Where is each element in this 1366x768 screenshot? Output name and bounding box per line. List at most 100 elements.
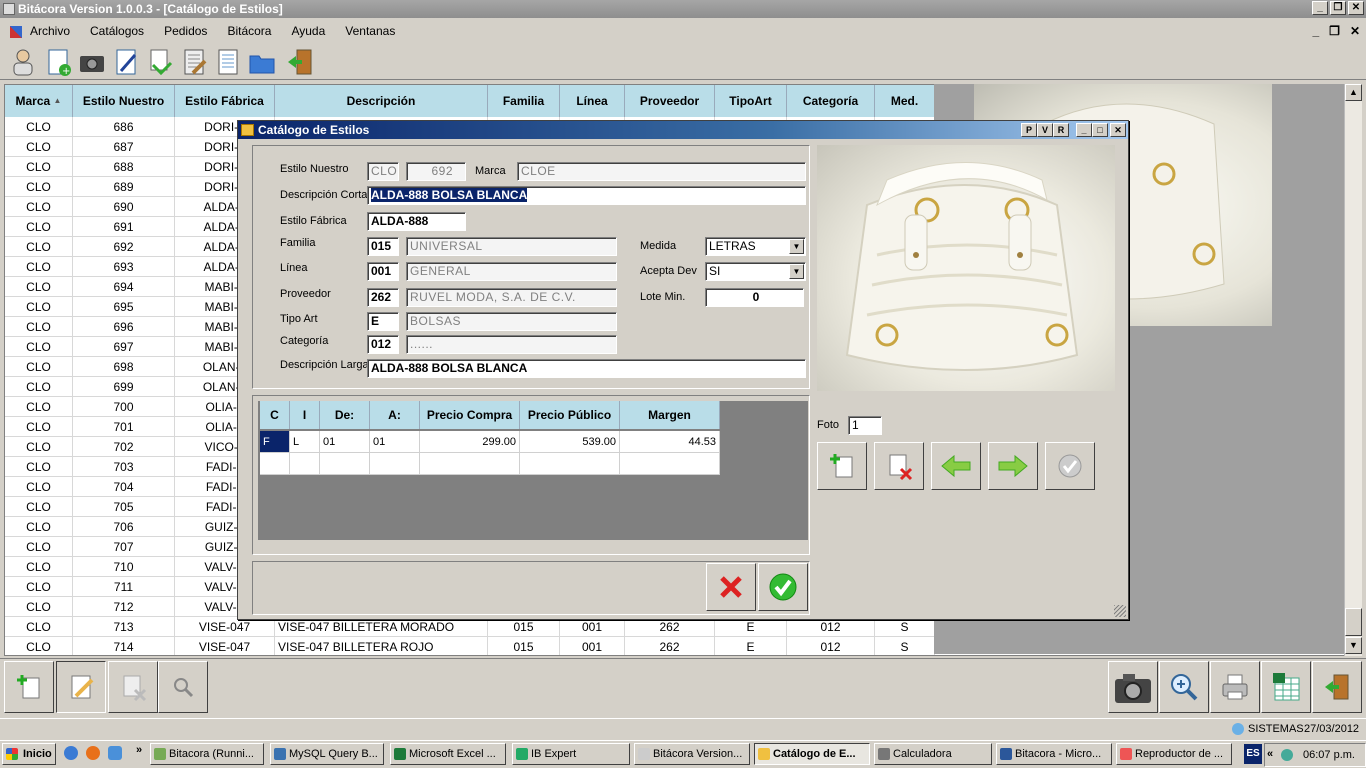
add-photo-button[interactable] [817,442,867,490]
price-new-cell[interactable] [520,453,620,475]
table-cell[interactable]: 702 [73,437,175,457]
price-cell-compra[interactable]: 299.00 [420,431,520,453]
prices-grid[interactable]: C I De: A: Precio Compra Precio Público … [258,401,808,540]
menu-catalogos[interactable]: Catálogos [90,24,144,38]
table-cell[interactable]: 012 [787,617,875,637]
menu-archivo[interactable]: Archivo [30,24,70,38]
firefox-icon[interactable] [86,746,100,760]
tipo-name-field[interactable]: BOLSAS [406,312,617,331]
mdi-close-button[interactable]: ✕ [1350,24,1360,38]
price-cell-i[interactable]: L [290,431,320,453]
price-new-cell[interactable] [620,453,720,475]
table-cell[interactable]: 691 [73,217,175,237]
dialog-minimize-button[interactable]: _ [1076,123,1092,137]
table-cell[interactable]: VISE-047 [175,617,275,637]
table-cell[interactable]: 695 [73,297,175,317]
table-cell[interactable]: 706 [73,517,175,537]
grid-header-estilo-fabrica[interactable]: Estilo Fábrica [175,85,275,117]
table-cell[interactable]: 686 [73,117,175,137]
table-cell[interactable]: 692 [73,237,175,257]
restore-button[interactable]: ❐ [1330,1,1346,15]
table-cell[interactable]: CLO [5,637,73,655]
accept-button[interactable] [758,563,808,611]
table-cell[interactable]: CLO [5,497,73,517]
table-cell[interactable]: E [715,617,787,637]
grid-header-categoria[interactable]: Categoría [787,85,875,117]
price-cell-c[interactable]: F [260,431,290,453]
confirm-photo-button[interactable] [1045,442,1095,490]
mdi-minimize-button[interactable]: _ [1312,24,1319,38]
ie-icon[interactable] [64,746,78,760]
table-cell[interactable]: 689 [73,177,175,197]
quicklaunch-more-icon[interactable]: » [136,744,142,756]
table-cell[interactable]: 712 [73,597,175,617]
table-cell[interactable]: 262 [625,637,715,655]
table-cell[interactable]: 703 [73,457,175,477]
mdi-restore-button[interactable]: ❐ [1329,24,1340,38]
table-cell[interactable]: 694 [73,277,175,297]
zoom-button[interactable] [1159,661,1209,713]
print-button[interactable] [1210,661,1260,713]
table-cell[interactable]: CLO [5,217,73,237]
scroll-up-arrow[interactable]: ▲ [1345,84,1362,101]
price-header-c[interactable]: C [260,401,290,429]
chevron-down-icon[interactable]: ▼ [789,264,804,279]
table-cell[interactable]: CLO [5,257,73,277]
table-cell[interactable]: 713 [73,617,175,637]
table-cell[interactable]: 688 [73,157,175,177]
linea-code-field[interactable]: 001 [367,262,399,281]
dialog-v-button[interactable]: V [1037,123,1053,137]
table-cell[interactable]: CLO [5,237,73,257]
table-cell[interactable]: 015 [488,617,560,637]
quicklaunch-icon[interactable] [108,746,122,760]
price-new-cell[interactable] [420,453,520,475]
table-cell[interactable]: CLO [5,157,73,177]
familia-name-field[interactable]: UNIVERSAL [406,237,617,256]
new-doc-icon[interactable]: + [42,46,74,78]
price-header-precio-compra[interactable]: Precio Compra [420,401,520,429]
dialog-p-button[interactable]: P [1021,123,1037,137]
foto-number-field[interactable]: 1 [848,416,882,435]
table-row[interactable]: CLO 714 VISE-047 VISE-047 BILLETERA ROJO 015… [5,637,935,655]
table-cell[interactable]: 696 [73,317,175,337]
menu-pedidos[interactable]: Pedidos [164,24,207,38]
table-cell[interactable]: S [875,637,935,655]
categoria-code-field[interactable]: 012 [367,335,399,354]
task-bitacora-version[interactable]: Bitácora Version... [634,743,750,765]
marca-name-field[interactable]: CLOE [517,162,806,181]
table-cell[interactable]: 012 [787,637,875,655]
medida-combo[interactable]: LETRAS ▼ [705,237,806,256]
grid-header-estilo-nuestro[interactable]: Estilo Nuestro [73,85,175,117]
price-header-margen[interactable]: Margen [620,401,720,429]
user-icon[interactable] [8,46,40,78]
grid-header-descripcion[interactable]: Descripción [275,85,488,117]
price-cell-publico[interactable]: 539.00 [520,431,620,453]
price-cell-a[interactable]: 01 [370,431,420,453]
minimize-button[interactable]: _ [1312,1,1328,15]
edit-record-button[interactable] [56,661,106,713]
familia-code-field[interactable]: 015 [367,237,399,256]
tray-expand-icon[interactable]: « [1267,748,1273,760]
network-icon[interactable] [1281,749,1293,761]
resize-grip-icon[interactable] [1114,605,1126,617]
estilo-number-field[interactable]: 692 [406,162,466,181]
dialog-r-button[interactable]: R [1053,123,1069,137]
camera-button[interactable] [1108,661,1158,713]
proveedor-code-field[interactable]: 262 [367,288,399,307]
table-cell[interactable]: CLO [5,117,73,137]
table-cell[interactable]: CLO [5,137,73,157]
table-cell[interactable]: 697 [73,337,175,357]
dialog-close-button[interactable]: ✕ [1110,123,1126,137]
camera-icon[interactable] [76,46,108,78]
search-button[interactable] [158,661,208,713]
chevron-down-icon[interactable]: ▼ [789,239,804,254]
table-cell[interactable]: E [715,637,787,655]
categoria-name-field[interactable]: ...... [406,335,617,354]
price-header-i[interactable]: I [290,401,320,429]
edit-doc-icon[interactable] [110,46,142,78]
table-cell[interactable]: CLO [5,477,73,497]
report-icon[interactable] [212,46,244,78]
table-cell[interactable]: CLO [5,417,73,437]
table-cell[interactable]: CLO [5,397,73,417]
clock[interactable]: 06:07 p.m. [1303,749,1355,761]
